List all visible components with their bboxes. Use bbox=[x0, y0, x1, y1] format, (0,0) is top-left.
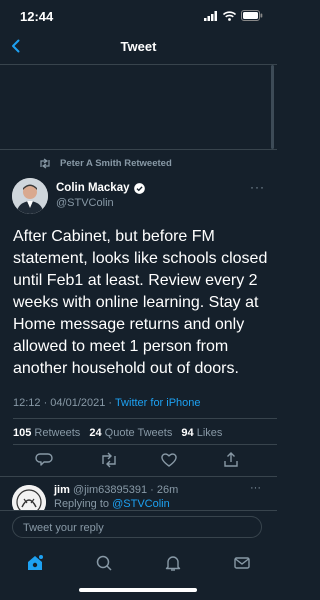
reply-input[interactable]: Tweet your reply bbox=[12, 516, 262, 538]
status-time: 12:44 bbox=[20, 9, 54, 24]
divider bbox=[13, 444, 277, 445]
tweet-stats: 105 Retweets 24 Quote Tweets 94 Likes bbox=[13, 427, 222, 439]
quote-tweets-count: 24 bbox=[89, 427, 102, 439]
replying-to: Replying to @STVColin bbox=[54, 498, 170, 510]
verified-icon bbox=[133, 182, 145, 194]
quote-tweets-stat[interactable]: 24 Quote Tweets bbox=[86, 427, 172, 439]
reply-icon[interactable] bbox=[35, 450, 55, 470]
tweet-actions bbox=[0, 450, 277, 474]
retweets-count: 105 bbox=[13, 427, 32, 439]
home-indicator bbox=[79, 588, 197, 592]
like-icon[interactable] bbox=[159, 450, 179, 470]
likes-count: 94 bbox=[181, 427, 194, 439]
nav-bar: Tweet bbox=[0, 30, 277, 65]
battery-icon bbox=[241, 10, 263, 21]
retweet-icon[interactable] bbox=[99, 450, 119, 470]
wifi-icon bbox=[223, 10, 236, 21]
retweet-icon bbox=[40, 158, 50, 169]
search-icon[interactable] bbox=[95, 554, 113, 572]
likes-stat[interactable]: 94 Likes bbox=[178, 427, 222, 439]
scrollbar[interactable] bbox=[271, 65, 274, 149]
avatar-image bbox=[12, 178, 48, 214]
likes-label: Likes bbox=[196, 427, 223, 439]
notifications-icon[interactable] bbox=[164, 554, 182, 572]
divider bbox=[0, 476, 277, 477]
retweets-stat[interactable]: 105 Retweets bbox=[13, 427, 80, 439]
share-icon[interactable] bbox=[221, 450, 241, 470]
home-icon[interactable] bbox=[26, 554, 44, 572]
avatar[interactable] bbox=[12, 178, 48, 214]
retweets-label: Retweets bbox=[34, 427, 81, 439]
more-options-button[interactable]: ··· bbox=[250, 180, 265, 194]
divider bbox=[13, 418, 277, 419]
messages-icon[interactable] bbox=[233, 554, 251, 572]
tweet-timestamp: 12:12 · 04/01/2021 · bbox=[13, 397, 115, 409]
author-name-label: Colin Mackay bbox=[56, 182, 130, 194]
status-icons bbox=[204, 10, 263, 21]
retweet-context-label: Peter A Smith Retweeted bbox=[60, 158, 172, 169]
page-title: Tweet bbox=[120, 39, 157, 54]
replying-to-prefix: Replying to bbox=[54, 498, 113, 510]
status-bar: 12:44 bbox=[0, 0, 277, 30]
quote-tweets-label: Quote Tweets bbox=[104, 427, 173, 439]
tweet-source-link[interactable]: Twitter for iPhone bbox=[115, 397, 201, 409]
reply-author-name[interactable]: jim bbox=[54, 484, 70, 496]
author-name[interactable]: Colin Mackay bbox=[56, 182, 145, 194]
content-area-top bbox=[0, 65, 277, 150]
tweet-meta: 12:12 · 04/01/2021 · Twitter for iPhone bbox=[13, 397, 201, 409]
reply-handle-time: @jim63895391 · 26m bbox=[72, 484, 179, 496]
author-handle[interactable]: @STVColin bbox=[56, 197, 114, 209]
tweet-text: After Cabinet, but before FM statement, … bbox=[13, 228, 268, 377]
reply-header: jim @jim63895391 · 26m bbox=[54, 484, 178, 496]
signal-icon bbox=[204, 10, 217, 21]
retweet-context[interactable]: Peter A Smith Retweeted bbox=[38, 158, 172, 169]
replying-to-handle[interactable]: @STVColin bbox=[112, 498, 170, 510]
reply-more-button[interactable]: ··· bbox=[250, 482, 261, 494]
